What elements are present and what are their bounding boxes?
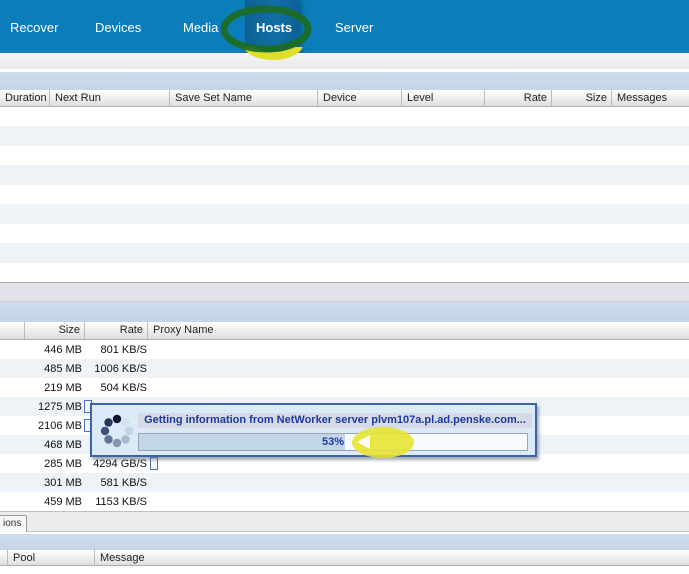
col-messages[interactable]: Messages	[612, 90, 689, 106]
col-pool[interactable]: Pool	[8, 550, 95, 565]
rate-cell: 504 KB/S	[85, 382, 147, 394]
size-cell: 285 MB	[0, 458, 82, 470]
rate-cell: 581 KB/S	[85, 477, 147, 489]
empty-row	[0, 146, 689, 165]
toolbar-band	[0, 53, 689, 70]
group-band-middle	[0, 302, 689, 322]
progress-dialog: Getting information from NetWorker serve…	[90, 403, 537, 457]
col-size[interactable]: Size	[552, 90, 612, 106]
sessions-tab[interactable]: ions	[0, 515, 27, 532]
rate-cell: 4294 GB/S	[85, 458, 147, 470]
col-spacer	[0, 550, 8, 565]
empty-row	[0, 165, 689, 184]
col-rate[interactable]: Rate	[485, 90, 552, 106]
group-band-bottom	[0, 534, 689, 550]
size-cell: 446 MB	[0, 344, 82, 356]
col-duration[interactable]: Duration	[0, 90, 50, 106]
alerts-table-header: Pool Message	[0, 550, 689, 566]
table-row[interactable]: 485 MB 1006 KB/S	[0, 359, 689, 378]
tab-media[interactable]: Media	[183, 20, 218, 35]
rate-cell: 1006 KB/S	[85, 363, 147, 375]
pane-splitter[interactable]	[0, 282, 689, 302]
busy-spinner-icon	[99, 413, 135, 449]
progress-cell-icon	[150, 457, 158, 470]
size-cell: 219 MB	[0, 382, 82, 394]
monitoring-table-body	[0, 107, 689, 282]
col-save-set-name[interactable]: Save Set Name	[170, 90, 318, 106]
empty-row	[0, 243, 689, 262]
tab-devices[interactable]: Devices	[95, 20, 141, 35]
rate-cell: 1153 KB/S	[85, 496, 147, 508]
tab-hosts[interactable]: Hosts	[256, 20, 292, 35]
progress-percent-label: 53%	[139, 434, 527, 450]
empty-row	[0, 126, 689, 145]
col-level[interactable]: Level	[402, 90, 485, 106]
group-band-top	[0, 72, 689, 90]
dialog-title: Getting information from NetWorker serve…	[138, 413, 532, 428]
tab-server[interactable]: Server	[335, 20, 373, 35]
sessions-table-header: Size Rate Proxy Name	[0, 322, 689, 340]
rate-cell: 801 KB/S	[85, 344, 147, 356]
col-rate[interactable]: Rate	[85, 322, 148, 339]
empty-row	[0, 107, 689, 126]
progress-bar: 53%	[138, 433, 528, 451]
size-cell: 459 MB	[0, 496, 82, 508]
size-cell: 1275 MB	[0, 401, 82, 413]
col-size[interactable]: Size	[25, 322, 85, 339]
size-cell: 485 MB	[0, 363, 82, 375]
networker-console-window: Recover Devices Media Hosts Server Durat…	[0, 0, 689, 574]
size-cell: 2106 MB	[0, 420, 82, 432]
col-next-run[interactable]: Next Run	[50, 90, 170, 106]
empty-row	[0, 204, 689, 223]
tab-recover[interactable]: Recover	[10, 20, 58, 35]
col-message[interactable]: Message	[95, 550, 689, 565]
top-navbar: Recover Devices Media Hosts Server	[0, 0, 689, 53]
table-row[interactable]: 459 MB 1153 KB/S	[0, 492, 689, 511]
table-row[interactable]: 446 MB 801 KB/S	[0, 340, 689, 359]
table-row[interactable]: 301 MB 581 KB/S	[0, 473, 689, 492]
col-proxy-name[interactable]: Proxy Name	[148, 322, 689, 339]
empty-row	[0, 263, 689, 282]
size-cell: 468 MB	[0, 439, 82, 451]
col-device[interactable]: Device	[318, 90, 402, 106]
size-cell: 301 MB	[0, 477, 82, 489]
empty-row	[0, 224, 689, 243]
table-row[interactable]: 219 MB 504 KB/S	[0, 378, 689, 397]
monitoring-table-header: Duration Next Run Save Set Name Device L…	[0, 90, 689, 107]
bottom-tabstrip: ions	[0, 512, 689, 532]
col-spacer	[0, 322, 25, 339]
empty-row	[0, 185, 689, 204]
